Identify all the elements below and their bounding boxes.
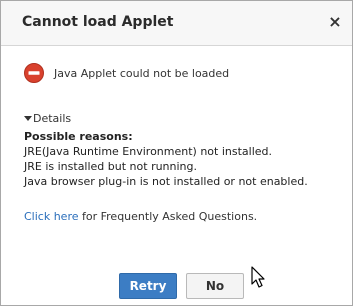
- reason-item: Java browser plug-in is not installed or…: [24, 175, 308, 188]
- error-stop-icon: [24, 63, 44, 83]
- mouse-pointer-icon: [251, 266, 265, 288]
- no-button[interactable]: No: [186, 273, 244, 299]
- cannot-load-applet-dialog: Cannot load Applet × Java Applet could n…: [0, 0, 353, 306]
- reason-item: JRE(Java Runtime Environment) not instal…: [24, 145, 273, 158]
- error-message: Java Applet could not be loaded: [54, 67, 230, 80]
- reason-item: JRE is installed but not running.: [24, 160, 198, 173]
- details-label: Details: [33, 112, 72, 125]
- dialog-titlebar: Cannot load Applet ×: [1, 1, 352, 46]
- close-icon[interactable]: ×: [327, 13, 343, 31]
- triangle-down-icon: [24, 116, 32, 121]
- faq-link[interactable]: Click here: [24, 210, 79, 223]
- details-toggle[interactable]: Details: [24, 112, 71, 125]
- faq-line: Click here for Frequently Asked Question…: [24, 210, 257, 223]
- dialog-title: Cannot load Applet: [22, 14, 174, 30]
- possible-reasons: Possible reasons: JRE(Java Runtime Envir…: [24, 129, 308, 189]
- retry-button[interactable]: Retry: [119, 273, 177, 299]
- reasons-heading: Possible reasons:: [24, 130, 133, 143]
- faq-text: for Frequently Asked Questions.: [78, 210, 258, 223]
